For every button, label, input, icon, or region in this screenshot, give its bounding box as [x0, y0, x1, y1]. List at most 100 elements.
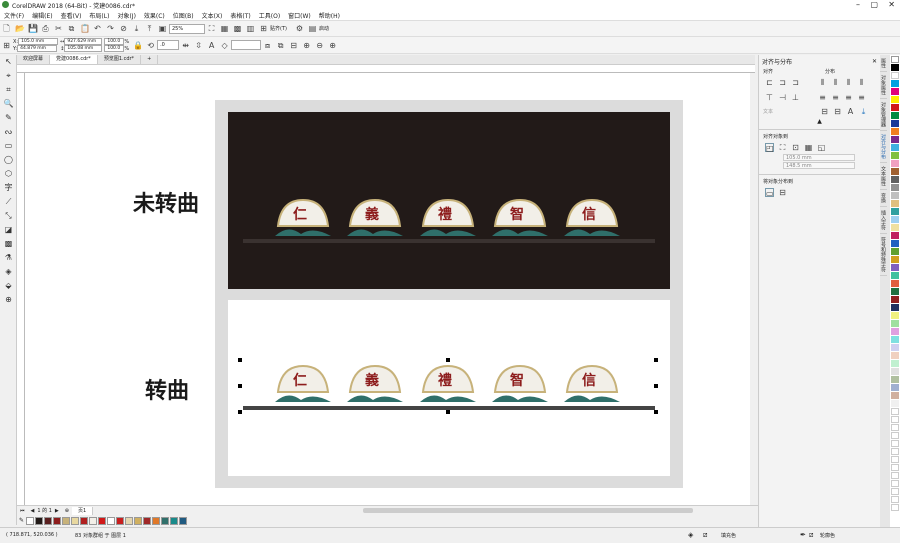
color-swatch[interactable]	[891, 480, 899, 487]
color-swatch[interactable]	[143, 516, 152, 525]
color-swatch[interactable]	[891, 72, 899, 79]
show-rulers-icon[interactable]: ▦	[220, 24, 229, 33]
color-swatch[interactable]	[891, 456, 899, 463]
color-swatch[interactable]	[891, 384, 899, 391]
distribute-to-selection-icon[interactable]: ▭	[765, 188, 774, 198]
fan-ren-bottom[interactable]: 仁	[273, 362, 333, 406]
color-swatch[interactable]	[891, 376, 899, 383]
docker-tab-insert-character[interactable]: 插入字符	[880, 207, 887, 234]
trim-icon[interactable]: ⊖	[315, 41, 324, 50]
snap-icon[interactable]: ⊞	[259, 24, 268, 33]
parallel-dimension-icon[interactable]: ⟋	[0, 195, 17, 209]
color-swatch[interactable]	[891, 424, 899, 431]
selection-handle[interactable]	[446, 410, 450, 414]
color-swatch[interactable]	[891, 192, 899, 199]
color-swatch[interactable]	[891, 80, 899, 87]
distribute-bottom-icon[interactable]: ≡	[844, 93, 853, 102]
open-icon[interactable]: 📂	[15, 24, 25, 33]
weld-icon[interactable]: ⊕	[302, 41, 311, 50]
search-content-icon[interactable]: ⊘	[119, 24, 128, 33]
export-icon[interactable]: ⤒	[145, 24, 154, 33]
distribute-middle-icon[interactable]: ≡	[831, 93, 840, 102]
fan-li-top[interactable]: 禮	[418, 196, 478, 240]
color-swatch[interactable]	[62, 516, 71, 525]
color-swatch[interactable]	[891, 400, 899, 407]
color-swatch[interactable]	[891, 120, 899, 127]
align-to-active-icon[interactable]: ◰	[765, 143, 774, 153]
color-swatch[interactable]	[98, 516, 107, 525]
align-right-icon[interactable]: ⊐	[791, 78, 800, 87]
text-align-2-icon[interactable]: ⊟	[833, 107, 842, 116]
horizontal-scrollbar[interactable]	[363, 508, 694, 513]
first-page-icon[interactable]: ⏮	[20, 508, 25, 514]
align-center-v-icon[interactable]: ⊣	[778, 93, 787, 102]
fan-yi-top[interactable]: 義	[345, 196, 405, 240]
distribute-space-icon[interactable]: ⫴	[857, 78, 866, 87]
ellipse-tool-icon[interactable]: ◯	[0, 153, 17, 167]
color-swatch[interactable]	[89, 516, 98, 525]
color-swatch[interactable]	[891, 496, 899, 503]
add-page-icon[interactable]: ⊕	[65, 508, 69, 514]
minimize-icon[interactable]: –	[856, 0, 860, 9]
print-icon[interactable]: ⎙	[41, 24, 50, 33]
tab-document-main[interactable]: 党建0086.cdr*	[50, 55, 98, 64]
align-y-field[interactable]: 148.5 mm	[783, 162, 855, 169]
menu-layout[interactable]: 布局(L)	[89, 11, 109, 20]
color-swatch[interactable]	[891, 368, 899, 375]
add-tool-icon[interactable]: ⊕	[0, 293, 17, 307]
docker-tab-transform[interactable]: 变换	[880, 190, 887, 207]
paste-icon[interactable]: 📋	[80, 24, 90, 33]
menu-file[interactable]: 文件(F)	[4, 11, 24, 20]
menu-effects[interactable]: 效果(C)	[144, 11, 165, 20]
color-swatch[interactable]	[891, 288, 899, 295]
vertical-ruler[interactable]	[17, 73, 25, 505]
launch-icon[interactable]: ▤	[308, 24, 317, 33]
rotation-angle-field[interactable]: .0	[157, 40, 180, 50]
distribute-left-icon[interactable]: ⫴	[818, 78, 827, 87]
add-icon[interactable]: ⊕	[328, 41, 337, 50]
crop-tool-icon[interactable]: ⌗	[0, 83, 17, 97]
page-tab-1[interactable]: 页1	[71, 506, 94, 515]
outline-width-select[interactable]	[231, 40, 262, 50]
width-field[interactable]: 927.629 mm	[64, 38, 103, 45]
undo-icon[interactable]: ↶	[93, 24, 102, 33]
docker-tab-symbols[interactable]: 符号和特殊字符	[880, 234, 887, 276]
color-swatch[interactable]	[891, 136, 899, 143]
fan-li-bottom[interactable]: 禮	[418, 362, 478, 406]
y-position-field[interactable]: 44.879 mm	[17, 45, 58, 52]
color-swatch[interactable]	[179, 516, 188, 525]
distribute-to-page-icon[interactable]: ⊟	[778, 188, 787, 197]
import-icon[interactable]: ⤓	[132, 24, 141, 33]
color-swatch[interactable]	[44, 516, 53, 525]
object-origin-icon[interactable]: ⊞	[2, 41, 11, 50]
color-swatch[interactable]	[891, 232, 899, 239]
align-bottom-icon[interactable]: ⊥	[791, 93, 800, 102]
color-swatch[interactable]	[891, 64, 899, 71]
color-swatch[interactable]	[891, 360, 899, 367]
color-swatch[interactable]	[891, 88, 899, 95]
tab-welcome[interactable]: 欢迎屏幕	[17, 55, 51, 64]
rectangle-tool-icon[interactable]: ▭	[0, 139, 17, 153]
color-swatch[interactable]	[891, 208, 899, 215]
fan-ren-top[interactable]: 仁	[273, 196, 333, 240]
outline-icon[interactable]: ◇	[220, 41, 229, 50]
fan-zhi-bottom[interactable]: 智	[490, 362, 550, 406]
height-field[interactable]: 105.08 mm	[64, 45, 103, 52]
color-swatch[interactable]	[891, 432, 899, 439]
color-swatch[interactable]	[891, 392, 899, 399]
eyedropper-icon[interactable]: ⚗	[0, 251, 17, 265]
color-swatch[interactable]	[891, 304, 899, 311]
text-tool-icon[interactable]: 字	[0, 181, 17, 195]
drop-shadow-icon[interactable]: ◪	[0, 223, 17, 237]
copy-icon[interactable]: ⧉	[67, 24, 76, 33]
transparency-tool-icon[interactable]: ▩	[0, 237, 17, 251]
color-swatch[interactable]	[891, 296, 899, 303]
color-swatch[interactable]	[891, 128, 899, 135]
align-icon[interactable]: ⊟	[289, 41, 298, 50]
rotate-icon[interactable]: ⟲	[146, 41, 155, 50]
align-to-point-icon[interactable]: ◱	[817, 143, 826, 152]
selection-handle[interactable]	[238, 358, 242, 362]
close-icon[interactable]: ✕	[888, 0, 895, 9]
docker-tab-align-distribute[interactable]: 对齐与分布	[880, 131, 887, 163]
color-swatch[interactable]	[891, 328, 899, 335]
